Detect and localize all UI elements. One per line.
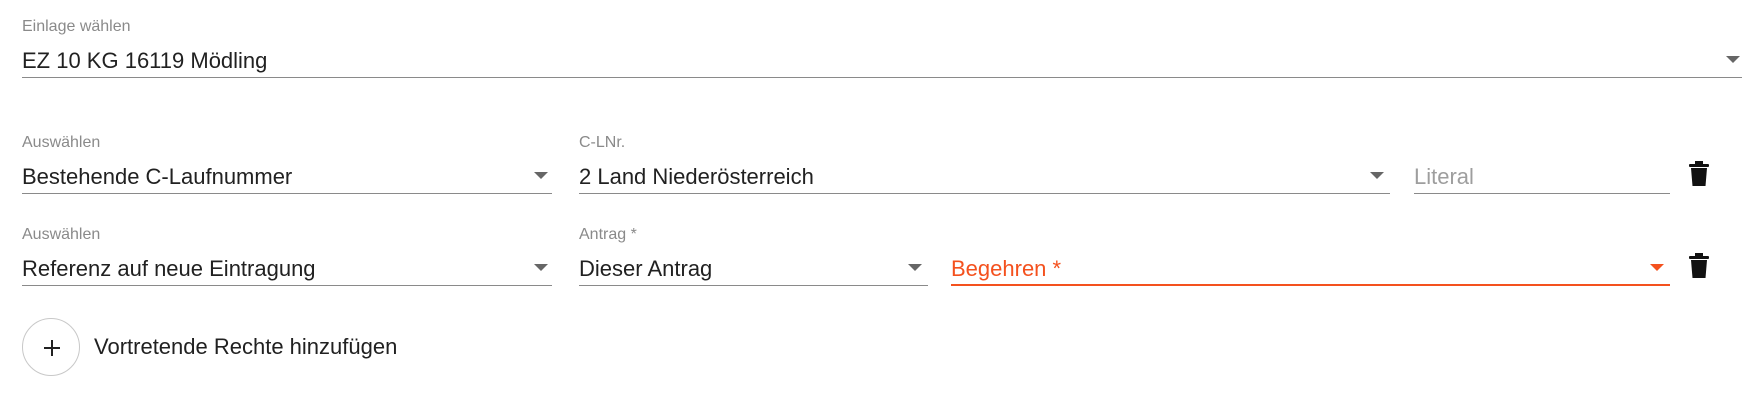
chevron-down-icon [1370,172,1384,179]
einlage-select[interactable]: Einlage wählen EZ 10 KG 16119 Mödling [22,14,1742,80]
row1-clnr-label: C-LNr. [579,134,626,151]
add-rights-label[interactable]: Vortretende Rechte hinzufügen [94,334,397,360]
chevron-down-icon [534,172,548,179]
row1-clnr-underline [579,193,1390,194]
trash-icon[interactable] [1687,253,1711,279]
chevron-down-icon [534,264,548,271]
row2-begehren-underline [951,284,1670,286]
chevron-down-icon [1650,264,1664,271]
row1-clnr-value: 2 Land Niederösterreich [579,164,814,189]
row1-auswahl-underline [22,193,552,194]
row2-begehren-select[interactable]: Begehren * [951,222,1670,288]
trash-icon[interactable] [1687,161,1711,187]
row2-auswahl-underline [22,285,552,286]
row2-antrag-select[interactable]: Antrag * Dieser Antrag [579,222,928,288]
row2-begehren-placeholder: Begehren * [951,256,1062,281]
row2-antrag-label: Antrag * [579,226,637,243]
einlage-value: EZ 10 KG 16119 Mödling [22,48,268,73]
einlage-underline [22,77,1742,78]
row1-auswahl-select[interactable]: Auswählen Bestehende C-Laufnummer [22,130,552,196]
row2-antrag-underline [579,285,928,286]
row2-antrag-value: Dieser Antrag [579,256,713,281]
einlage-label: Einlage wählen [22,18,131,35]
row1-auswahl-label: Auswählen [22,134,101,151]
row1-literal-input[interactable]: Literal [1414,130,1670,196]
chevron-down-icon [1726,56,1740,63]
row1-clnr-select[interactable]: C-LNr. 2 Land Niederösterreich [579,130,1390,196]
row1-literal-underline [1414,193,1670,194]
row2-auswahl-value: Referenz auf neue Eintragung [22,256,316,281]
add-rights-button[interactable] [22,318,80,376]
row2-auswahl-select[interactable]: Auswählen Referenz auf neue Eintragung [22,222,552,288]
row1-literal-placeholder: Literal [1414,164,1474,189]
row2-auswahl-label: Auswählen [22,226,101,243]
chevron-down-icon [908,264,922,271]
row1-auswahl-value: Bestehende C-Laufnummer [22,164,293,189]
